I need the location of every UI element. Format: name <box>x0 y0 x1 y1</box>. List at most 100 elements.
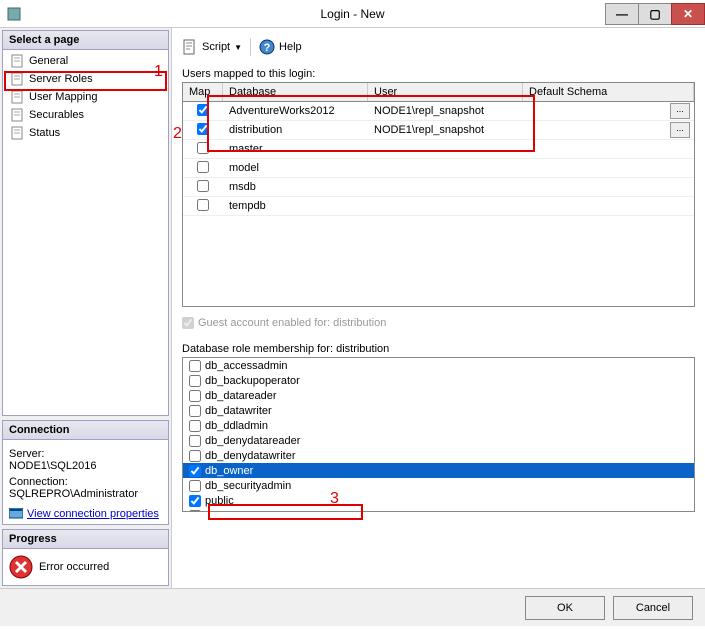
left-sidebar: Select a page GeneralServer RolesUser Ma… <box>0 28 172 588</box>
close-button[interactable]: ✕ <box>671 3 705 25</box>
cancel-button[interactable]: Cancel <box>613 596 693 620</box>
dialog-footer: OK Cancel <box>0 588 705 626</box>
table-row[interactable]: tempdb <box>183 197 694 216</box>
error-icon <box>9 555 33 579</box>
table-row[interactable]: distributionNODE1\repl_snapshot... <box>183 121 694 140</box>
guest-account-label: Guest account enabled for: distribution <box>198 317 386 329</box>
table-row[interactable]: msdb <box>183 178 694 197</box>
role-checkbox[interactable] <box>189 420 201 432</box>
users-mapped-grid: Map Database User Default Schema Adventu… <box>182 82 695 307</box>
role-checkbox[interactable] <box>189 435 201 447</box>
guest-account-checkbox <box>182 317 194 329</box>
view-connection-properties-link[interactable]: View connection properties <box>9 508 162 520</box>
server-value: NODE1\SQL2016 <box>9 460 162 472</box>
select-page-panel: Select a page GeneralServer RolesUser Ma… <box>2 30 169 416</box>
cell-database: tempdb <box>223 200 368 212</box>
connection-label: Connection: <box>9 476 162 488</box>
map-checkbox[interactable] <box>197 199 209 211</box>
roles-label: Database role membership for: distributi… <box>182 343 695 355</box>
table-row[interactable]: master <box>183 140 694 159</box>
map-checkbox[interactable] <box>197 104 209 116</box>
role-item-db_datareader[interactable]: db_datareader <box>183 388 694 403</box>
role-label: replmonitor <box>205 510 260 513</box>
guest-account-row: Guest account enabled for: distribution <box>182 317 695 329</box>
progress-panel: Progress Error occurred <box>2 529 169 586</box>
progress-header: Progress <box>3 530 168 549</box>
role-item-db_accessadmin[interactable]: db_accessadmin <box>183 358 694 373</box>
map-checkbox[interactable] <box>197 180 209 192</box>
sidebar-page-general[interactable]: General <box>7 52 164 70</box>
role-item-db_ddladmin[interactable]: db_ddladmin <box>183 418 694 433</box>
cell-database: distribution <box>223 124 368 136</box>
role-item-db_securityadmin[interactable]: db_securityadmin <box>183 478 694 493</box>
role-item-public[interactable]: public <box>183 493 694 508</box>
page-icon <box>11 126 25 140</box>
role-item-db_backupoperator[interactable]: db_backupoperator <box>183 373 694 388</box>
schema-browse-button[interactable]: ... <box>670 122 690 138</box>
server-label: Server: <box>9 448 162 460</box>
cell-database: msdb <box>223 181 368 193</box>
map-checkbox[interactable] <box>197 142 209 154</box>
role-item-replmonitor[interactable]: replmonitor <box>183 508 694 512</box>
role-label: public <box>205 495 234 507</box>
ok-button[interactable]: OK <box>525 596 605 620</box>
maximize-button[interactable]: ▢ <box>638 3 672 25</box>
annotation-1: 1 <box>154 63 163 81</box>
role-item-db_denydatawriter[interactable]: db_denydatawriter <box>183 448 694 463</box>
role-checkbox[interactable] <box>189 495 201 507</box>
minimize-button[interactable]: — <box>605 3 639 25</box>
script-button[interactable]: Script ▼ <box>182 39 242 55</box>
role-checkbox[interactable] <box>189 390 201 402</box>
sidebar-page-securables[interactable]: Securables <box>7 106 164 124</box>
toolbar-separator <box>250 38 251 56</box>
connection-value: SQLREPRO\Administrator <box>9 488 162 500</box>
col-header-database[interactable]: Database <box>223 83 368 101</box>
schema-browse-button[interactable]: ... <box>670 103 690 119</box>
cell-user: NODE1\repl_snapshot <box>368 105 523 117</box>
titlebar: Login - New — ▢ ✕ <box>0 0 705 28</box>
role-checkbox[interactable] <box>189 465 201 477</box>
col-header-user[interactable]: User <box>368 83 523 101</box>
role-checkbox[interactable] <box>189 450 201 462</box>
role-checkbox[interactable] <box>189 510 201 513</box>
page-icon <box>11 90 25 104</box>
sidebar-page-user-mapping[interactable]: User Mapping <box>7 88 164 106</box>
help-icon: ? <box>259 39 275 55</box>
page-icon <box>11 108 25 122</box>
cell-database: master <box>223 143 368 155</box>
script-icon <box>182 39 198 55</box>
role-checkbox[interactable] <box>189 405 201 417</box>
page-icon <box>11 72 25 86</box>
roles-list: db_accessadmin db_backupoperatordb_datare… <box>182 357 695 512</box>
col-header-schema[interactable]: Default Schema <box>523 83 694 101</box>
select-page-header: Select a page <box>3 31 168 50</box>
table-row[interactable]: model <box>183 159 694 178</box>
cell-schema: ... <box>523 122 694 138</box>
role-checkbox[interactable] <box>189 375 201 387</box>
role-item-db_owner[interactable]: db_owner <box>183 463 694 478</box>
connection-header: Connection <box>3 421 168 440</box>
page-icon <box>11 54 25 68</box>
app-icon <box>6 6 22 22</box>
properties-icon <box>9 508 23 520</box>
help-button[interactable]: ? Help <box>259 39 302 55</box>
role-checkbox[interactable] <box>189 480 201 492</box>
role-label: db_accessadmin <box>205 360 288 372</box>
sidebar-page-status[interactable]: Status <box>7 124 164 142</box>
role-item-db_datawriter[interactable]: db_datawriter <box>183 403 694 418</box>
table-row[interactable]: AdventureWorks2012NODE1\repl_snapshot... <box>183 102 694 121</box>
role-label: db_backupoperator <box>205 375 300 387</box>
annotation-3: 3 <box>330 490 339 508</box>
col-header-map[interactable]: Map <box>183 83 223 101</box>
role-label: db_datawriter <box>205 405 272 417</box>
role-checkbox[interactable] <box>189 360 201 372</box>
role-label: db_denydatawriter <box>205 450 296 462</box>
sidebar-page-server-roles[interactable]: Server Roles <box>7 70 164 88</box>
right-content: Script ▼ ? Help Users mapped to this log… <box>172 28 705 588</box>
map-checkbox[interactable] <box>197 161 209 173</box>
progress-status: Error occurred <box>39 561 109 573</box>
users-mapped-label: Users mapped to this login: <box>182 68 695 80</box>
role-item-db_denydatareader[interactable]: db_denydatareader <box>183 433 694 448</box>
cell-database: AdventureWorks2012 <box>223 105 368 117</box>
map-checkbox[interactable] <box>197 123 209 135</box>
